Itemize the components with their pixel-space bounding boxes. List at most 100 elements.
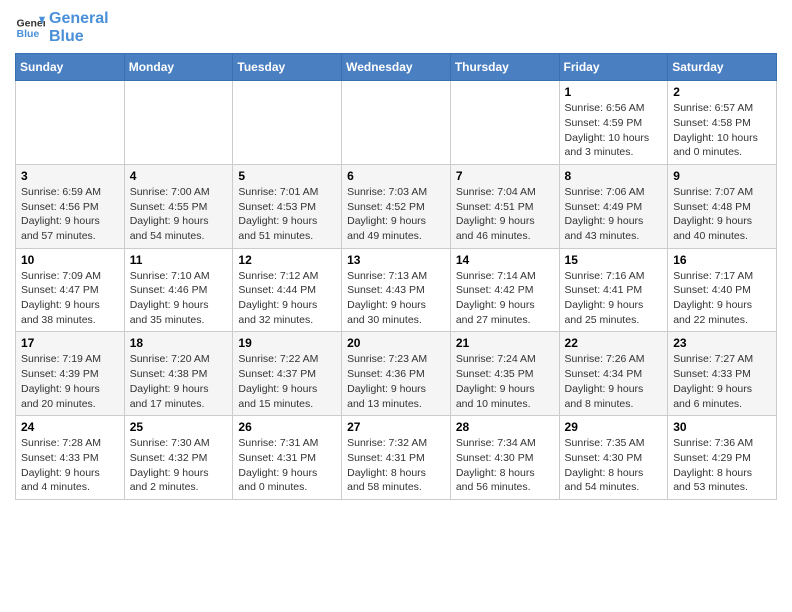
day-info: Sunrise: 6:59 AMSunset: 4:56 PMDaylight:… [21, 185, 119, 244]
day-cell: 12 Sunrise: 7:12 AMSunset: 4:44 PMDayligh… [233, 248, 342, 332]
day-info: Sunrise: 7:34 AMSunset: 4:30 PMDaylight:… [456, 436, 554, 495]
day-cell: 5Sunrise: 7:01 AMSunset: 4:53 PMDaylight… [233, 164, 342, 248]
logo-text: GeneralBlue [49, 10, 109, 45]
day-cell: 2 Sunrise: 6:57 AMSunset: 4:58 PMDaylight… [668, 81, 777, 165]
day-number: 6 [347, 169, 445, 183]
day-cell [450, 81, 559, 165]
day-cell: 8 Sunrise: 7:06 AMSunset: 4:49 PMDaylight… [559, 164, 668, 248]
day-cell: 20Sunrise: 7:23 AMSunset: 4:36 PMDayligh… [342, 332, 451, 416]
col-header-thursday: Thursday [450, 54, 559, 81]
col-header-friday: Friday [559, 54, 668, 81]
day-number: 19 [238, 336, 336, 350]
day-cell: 28 Sunrise: 7:34 AMSunset: 4:30 PMDayligh… [450, 416, 559, 500]
day-cell: 19 Sunrise: 7:22 AMSunset: 4:37 PMDayligh… [233, 332, 342, 416]
day-cell: 18 Sunrise: 7:20 AMSunset: 4:38 PMDayligh… [124, 332, 233, 416]
col-header-tuesday: Tuesday [233, 54, 342, 81]
day-cell [342, 81, 451, 165]
day-cell [16, 81, 125, 165]
day-info: Sunrise: 7:00 AMSunset: 4:55 PMDaylight:… [130, 185, 228, 244]
day-cell: 3 Sunrise: 6:59 AMSunset: 4:56 PMDaylight… [16, 164, 125, 248]
day-number: 9 [673, 169, 771, 183]
col-header-monday: Monday [124, 54, 233, 81]
day-cell: 9 Sunrise: 7:07 AMSunset: 4:48 PMDaylight… [668, 164, 777, 248]
day-number: 22 [565, 336, 663, 350]
day-cell: 23 Sunrise: 7:27 AMSunset: 4:33 PMDayligh… [668, 332, 777, 416]
page-header: General Blue GeneralBlue [15, 10, 777, 45]
day-cell: 21 Sunrise: 7:24 AMSunset: 4:35 PMDayligh… [450, 332, 559, 416]
day-number: 27 [347, 420, 445, 434]
day-number: 28 [456, 420, 554, 434]
day-info: Sunrise: 7:24 AMSunset: 4:35 PMDaylight:… [456, 352, 554, 411]
day-cell: 11Sunrise: 7:10 AMSunset: 4:46 PMDayligh… [124, 248, 233, 332]
day-number: 7 [456, 169, 554, 183]
day-info: Sunrise: 7:16 AMSunset: 4:41 PMDaylight:… [565, 269, 663, 328]
day-number: 15 [565, 253, 663, 267]
day-info: Sunrise: 7:26 AMSunset: 4:34 PMDaylight:… [565, 352, 663, 411]
day-number: 24 [21, 420, 119, 434]
day-info: Sunrise: 7:10 AMSunset: 4:46 PMDaylight:… [130, 269, 228, 328]
day-info: Sunrise: 7:17 AMSunset: 4:40 PMDaylight:… [673, 269, 771, 328]
day-info: Sunrise: 7:20 AMSunset: 4:38 PMDaylight:… [130, 352, 228, 411]
day-info: Sunrise: 7:23 AMSunset: 4:36 PMDaylight:… [347, 352, 445, 411]
day-info: Sunrise: 7:31 AMSunset: 4:31 PMDaylight:… [238, 436, 336, 495]
svg-text:Blue: Blue [17, 28, 40, 40]
day-number: 12 [238, 253, 336, 267]
day-info: Sunrise: 6:57 AMSunset: 4:58 PMDaylight:… [673, 101, 771, 160]
day-number: 26 [238, 420, 336, 434]
week-row-2: 3 Sunrise: 6:59 AMSunset: 4:56 PMDaylight… [16, 164, 777, 248]
day-cell: 30 Sunrise: 7:36 AMSunset: 4:29 PMDayligh… [668, 416, 777, 500]
day-info: Sunrise: 7:04 AMSunset: 4:51 PMDaylight:… [456, 185, 554, 244]
logo-icon: General Blue [15, 13, 45, 43]
day-number: 25 [130, 420, 228, 434]
day-info: Sunrise: 6:56 AMSunset: 4:59 PMDaylight:… [565, 101, 663, 160]
day-number: 17 [21, 336, 119, 350]
day-info: Sunrise: 7:01 AMSunset: 4:53 PMDaylight:… [238, 185, 336, 244]
day-info: Sunrise: 7:13 AMSunset: 4:43 PMDaylight:… [347, 269, 445, 328]
day-number: 3 [21, 169, 119, 183]
day-number: 30 [673, 420, 771, 434]
day-number: 16 [673, 253, 771, 267]
day-info: Sunrise: 7:32 AMSunset: 4:31 PMDaylight:… [347, 436, 445, 495]
day-cell: 6Sunrise: 7:03 AMSunset: 4:52 PMDaylight… [342, 164, 451, 248]
day-number: 10 [21, 253, 119, 267]
day-cell [124, 81, 233, 165]
col-header-wednesday: Wednesday [342, 54, 451, 81]
day-number: 23 [673, 336, 771, 350]
day-info: Sunrise: 7:35 AMSunset: 4:30 PMDaylight:… [565, 436, 663, 495]
day-cell: 13 Sunrise: 7:13 AMSunset: 4:43 PMDayligh… [342, 248, 451, 332]
day-info: Sunrise: 7:27 AMSunset: 4:33 PMDaylight:… [673, 352, 771, 411]
week-row-3: 10 Sunrise: 7:09 AMSunset: 4:47 PMDayligh… [16, 248, 777, 332]
day-cell: 15 Sunrise: 7:16 AMSunset: 4:41 PMDayligh… [559, 248, 668, 332]
day-cell: 27 Sunrise: 7:32 AMSunset: 4:31 PMDayligh… [342, 416, 451, 500]
day-cell: 1 Sunrise: 6:56 AMSunset: 4:59 PMDaylight… [559, 81, 668, 165]
day-info: Sunrise: 7:22 AMSunset: 4:37 PMDaylight:… [238, 352, 336, 411]
day-number: 21 [456, 336, 554, 350]
day-cell: 25 Sunrise: 7:30 AMSunset: 4:32 PMDayligh… [124, 416, 233, 500]
week-row-1: 1 Sunrise: 6:56 AMSunset: 4:59 PMDaylight… [16, 81, 777, 165]
week-row-5: 24Sunrise: 7:28 AMSunset: 4:33 PMDayligh… [16, 416, 777, 500]
day-cell: 10 Sunrise: 7:09 AMSunset: 4:47 PMDayligh… [16, 248, 125, 332]
day-number: 4 [130, 169, 228, 183]
day-number: 13 [347, 253, 445, 267]
day-info: Sunrise: 7:30 AMSunset: 4:32 PMDaylight:… [130, 436, 228, 495]
day-info: Sunrise: 7:06 AMSunset: 4:49 PMDaylight:… [565, 185, 663, 244]
day-number: 2 [673, 85, 771, 99]
logo: General Blue GeneralBlue [15, 10, 109, 45]
day-info: Sunrise: 7:09 AMSunset: 4:47 PMDaylight:… [21, 269, 119, 328]
day-number: 14 [456, 253, 554, 267]
day-info: Sunrise: 7:36 AMSunset: 4:29 PMDaylight:… [673, 436, 771, 495]
day-cell: 7 Sunrise: 7:04 AMSunset: 4:51 PMDaylight… [450, 164, 559, 248]
day-cell: 24Sunrise: 7:28 AMSunset: 4:33 PMDayligh… [16, 416, 125, 500]
day-info: Sunrise: 7:12 AMSunset: 4:44 PMDaylight:… [238, 269, 336, 328]
week-row-4: 17Sunrise: 7:19 AMSunset: 4:39 PMDayligh… [16, 332, 777, 416]
day-cell: 17Sunrise: 7:19 AMSunset: 4:39 PMDayligh… [16, 332, 125, 416]
day-number: 18 [130, 336, 228, 350]
day-cell: 16 Sunrise: 7:17 AMSunset: 4:40 PMDayligh… [668, 248, 777, 332]
day-number: 8 [565, 169, 663, 183]
day-cell: 26 Sunrise: 7:31 AMSunset: 4:31 PMDayligh… [233, 416, 342, 500]
day-cell: 29 Sunrise: 7:35 AMSunset: 4:30 PMDayligh… [559, 416, 668, 500]
day-number: 1 [565, 85, 663, 99]
day-info: Sunrise: 7:07 AMSunset: 4:48 PMDaylight:… [673, 185, 771, 244]
day-number: 29 [565, 420, 663, 434]
col-header-sunday: Sunday [16, 54, 125, 81]
